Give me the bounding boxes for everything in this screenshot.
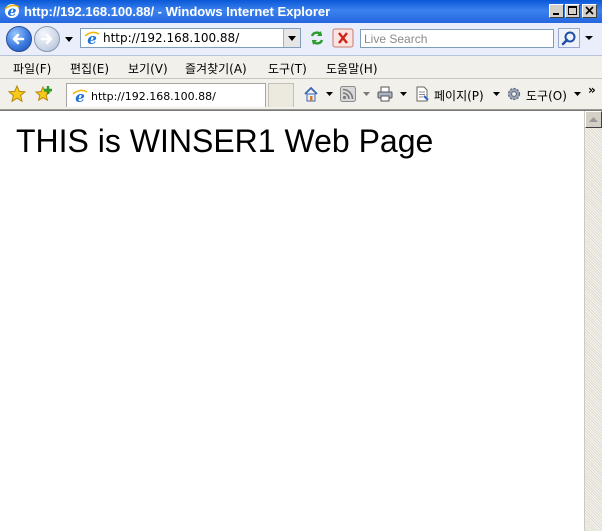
stop-icon[interactable]	[332, 28, 354, 48]
page-menu-label[interactable]: 페이지(P)	[434, 87, 484, 104]
minimize-icon	[553, 13, 559, 15]
maximize-button[interactable]	[565, 4, 580, 18]
back-arrow-icon	[12, 33, 25, 45]
tab-label: http://192.168.100.88/	[91, 90, 216, 103]
tab-ie-icon: e	[72, 88, 88, 104]
address-bar[interactable]: e	[80, 28, 301, 48]
search-icon	[561, 31, 576, 46]
menu-file[interactable]: 파일(F)	[13, 60, 51, 77]
menu-favorites[interactable]: 즐겨찾기(A)	[185, 60, 247, 77]
forward-button[interactable]	[34, 26, 60, 52]
address-dropdown-button[interactable]	[283, 29, 300, 47]
favorites-star-icon[interactable]	[8, 85, 26, 103]
browser-tab[interactable]: e http://192.168.100.88/	[66, 83, 266, 107]
menu-tools[interactable]: 도구(T)	[268, 60, 307, 77]
window-title: http://192.168.100.88/ - Windows Interne…	[24, 4, 331, 19]
back-button[interactable]	[6, 26, 32, 52]
chevron-down-icon	[288, 36, 296, 41]
command-bar: e http://192.168.100.88/ 페이지(P) 도구(O) »	[0, 79, 602, 110]
history-dropdown-icon[interactable]	[65, 36, 73, 44]
menu-help[interactable]: 도움말(H)	[326, 60, 378, 77]
refresh-icon[interactable]	[306, 28, 328, 48]
minimize-button[interactable]	[549, 4, 564, 18]
maximize-icon	[568, 6, 577, 15]
feed-dropdown-icon[interactable]	[363, 92, 370, 97]
address-input[interactable]	[103, 30, 283, 46]
ie-logo-icon: e	[4, 4, 20, 19]
new-tab-button[interactable]	[268, 83, 294, 107]
page-content: THIS is WINSER1 Web Page	[0, 110, 602, 531]
vertical-scrollbar[interactable]	[584, 111, 602, 531]
close-button[interactable]	[582, 4, 597, 18]
arrow-up-icon	[589, 117, 598, 122]
menu-edit[interactable]: 편집(E)	[70, 60, 109, 77]
scroll-up-button[interactable]	[585, 111, 602, 128]
tools-menu-label[interactable]: 도구(O)	[526, 87, 567, 104]
menu-view[interactable]: 보기(V)	[128, 60, 168, 77]
search-button[interactable]	[558, 28, 580, 48]
forward-arrow-icon	[40, 33, 53, 45]
page-icon[interactable]	[414, 86, 430, 102]
page-ie-icon: e	[84, 30, 100, 46]
home-dropdown-icon[interactable]	[326, 92, 333, 97]
home-icon[interactable]	[303, 86, 319, 102]
page-heading: THIS is WINSER1 Web Page	[16, 123, 434, 159]
ie-window: e http://192.168.100.88/ - Windows Inter…	[0, 0, 602, 531]
toolbar-overflow-button[interactable]: »	[588, 83, 596, 97]
close-icon	[585, 6, 594, 15]
page-dropdown-icon[interactable]	[493, 92, 500, 97]
print-dropdown-icon[interactable]	[400, 92, 407, 97]
search-box[interactable]	[360, 29, 554, 48]
tools-gear-icon[interactable]	[506, 86, 522, 102]
menu-bar: 파일(F) 편집(E) 보기(V) 즐겨찾기(A) 도구(T) 도움말(H)	[0, 56, 602, 79]
tools-dropdown-icon[interactable]	[574, 92, 581, 97]
print-icon[interactable]	[377, 86, 393, 102]
search-input[interactable]	[364, 31, 549, 46]
title-bar[interactable]: e http://192.168.100.88/ - Windows Inter…	[0, 0, 602, 23]
search-options-icon[interactable]	[582, 28, 596, 48]
navigation-bar: e	[0, 23, 602, 56]
rss-feed-icon[interactable]	[340, 86, 356, 102]
add-favorite-icon[interactable]	[35, 85, 53, 103]
